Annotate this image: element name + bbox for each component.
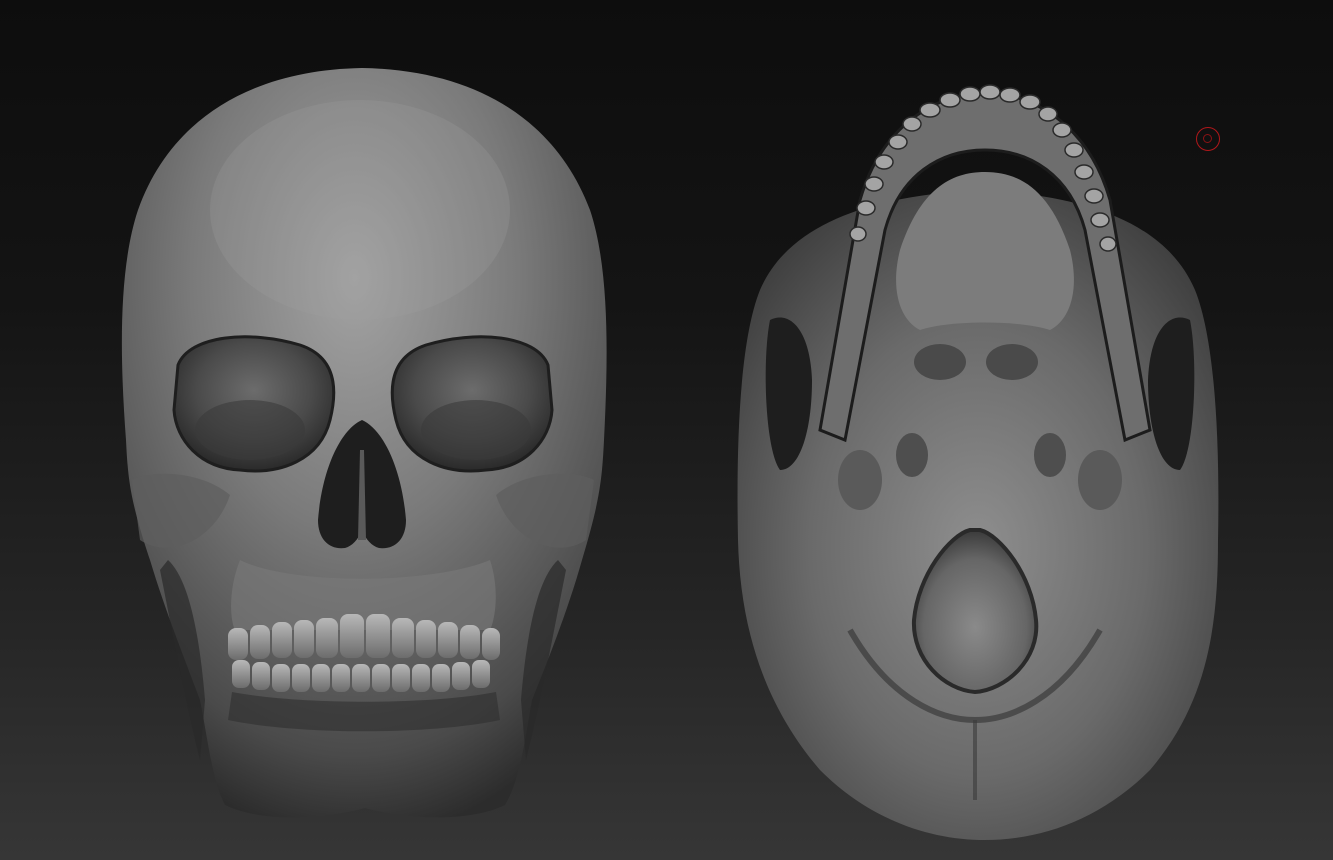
skull-base-model[interactable] bbox=[737, 84, 1219, 840]
brush-cursor-icon[interactable] bbox=[1196, 127, 1220, 151]
skull-front-model[interactable] bbox=[121, 68, 607, 818]
skull-base-process-right bbox=[1034, 433, 1066, 477]
skull-base-choana-right bbox=[986, 344, 1038, 380]
skull-base-condyle-left bbox=[838, 450, 882, 510]
brush-cursor-center-icon bbox=[1203, 134, 1212, 143]
skull-base-condyle-right bbox=[1078, 450, 1122, 510]
skull-front-brow-highlight bbox=[210, 100, 510, 320]
sculpt-viewport[interactable] bbox=[0, 0, 1333, 860]
skull-base-process-left bbox=[896, 433, 928, 477]
viewport-canvas[interactable] bbox=[0, 0, 1333, 860]
skull-front-orbit-right-shadow bbox=[421, 400, 531, 460]
skull-front-orbit-left-shadow bbox=[195, 400, 305, 460]
skull-base-choana-left bbox=[914, 344, 966, 380]
